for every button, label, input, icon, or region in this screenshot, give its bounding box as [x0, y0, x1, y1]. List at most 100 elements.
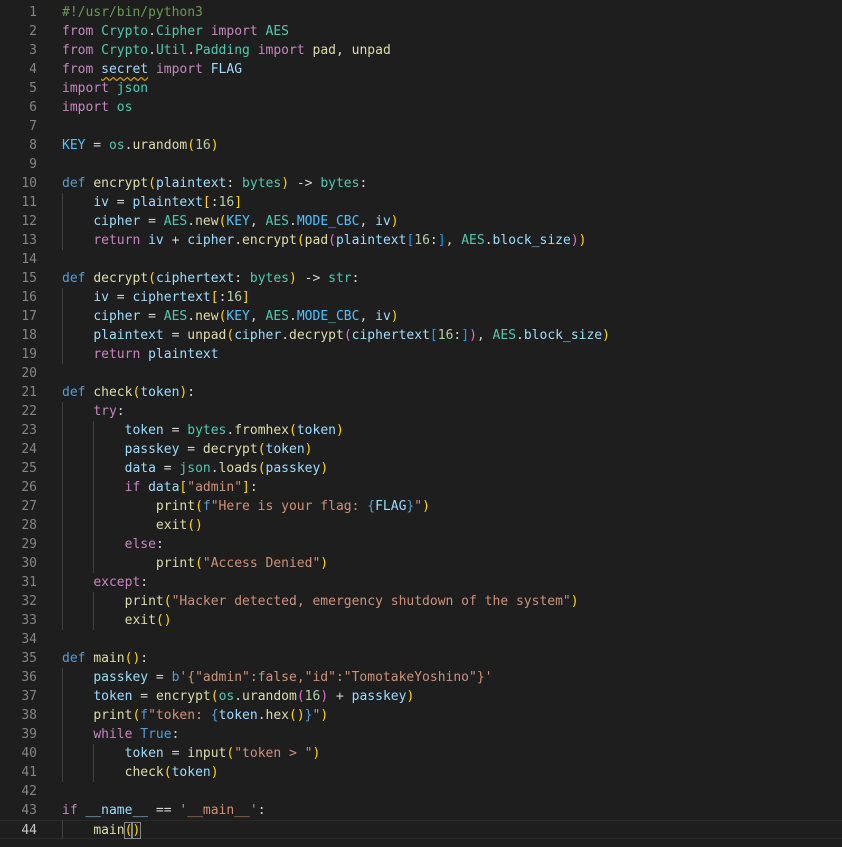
code-line[interactable]: 5 import json — [0, 79, 842, 98]
code-line[interactable]: 9 — [0, 155, 842, 174]
code-token: pad — [312, 43, 336, 58]
code-token: . — [281, 328, 290, 343]
code-line[interactable]: 30 print("Access Denied") — [0, 554, 842, 573]
code-line[interactable]: 12 cipher = AES.new(KEY, AES.MODE_CBC, i… — [0, 212, 842, 231]
code-token: ] — [234, 195, 243, 210]
code-token: token — [265, 442, 305, 457]
code-token: 16 — [437, 328, 454, 343]
code-line[interactable]: 42 — [0, 782, 842, 801]
code-line[interactable]: 24 passkey = decrypt(token) — [0, 440, 842, 459]
code-line[interactable]: 6 import os — [0, 98, 842, 117]
code-token: ) — [570, 594, 579, 609]
code-token: . — [187, 43, 196, 58]
code-line[interactable]: 32 print("Hacker detected, emergency shu… — [0, 592, 842, 611]
code-token: ) — [570, 233, 579, 248]
code-token: return — [93, 347, 141, 362]
code-line[interactable]: 29 else: — [0, 535, 842, 554]
code-line[interactable]: 39 while True: — [0, 725, 842, 744]
code-text: def encrypt(plaintext: bytes) -> bytes: — [62, 174, 367, 193]
code-line[interactable]: 16 iv = ciphertext[:16] — [0, 288, 842, 307]
code-token: unpad — [187, 328, 227, 343]
code-token: , — [335, 43, 352, 58]
code-line[interactable]: 7 — [0, 117, 842, 136]
line-number: 18 — [21, 328, 37, 343]
code-line[interactable]: 22 try: — [0, 402, 842, 421]
code-token: . — [484, 233, 493, 248]
code-text: passkey = decrypt(token) — [62, 440, 313, 459]
code-token: unpad — [351, 43, 391, 58]
code-token: bytes — [249, 271, 290, 286]
code-line[interactable]: 44 main() — [0, 820, 842, 839]
indent-guide — [93, 421, 95, 573]
code-line[interactable]: 3 from Crypto.Util.Padding import pad, un… — [0, 41, 842, 60]
code-token: from — [62, 62, 94, 77]
code-line[interactable]: 18 plaintext = unpad(cipher.decrypt(ciph… — [0, 326, 842, 345]
code-token: ) — [281, 176, 290, 191]
code-line[interactable]: 10 def encrypt(plaintext: bytes) -> bytes… — [0, 174, 842, 193]
code-token: ) — [304, 442, 313, 457]
code-line[interactable]: 34 — [0, 630, 842, 649]
indent-guide — [62, 402, 63, 630]
code-line[interactable]: 36 passkey = b'{"admin":false,"id":"Tomo… — [0, 668, 842, 687]
code-token: ) — [320, 689, 329, 704]
code-token: KEY — [62, 138, 86, 153]
code-token: f — [140, 708, 149, 723]
code-line[interactable]: 4 from secret import FLAG — [0, 60, 842, 79]
code-line[interactable]: 19 return plaintext — [0, 345, 842, 364]
code-text: cipher = AES.new(KEY, AES.MODE_CBC, iv) — [62, 212, 398, 231]
code-line[interactable]: 31 except: — [0, 573, 842, 592]
code-line[interactable]: 14 — [0, 250, 842, 269]
code-editor[interactable]: 1 #!/usr/bin/python3 2 from Crypto.Cipher i… — [0, 0, 842, 847]
code-token: ) — [131, 822, 142, 839]
code-line[interactable]: 23 token = bytes.fromhex(token) — [0, 421, 842, 440]
code-token: input — [187, 746, 227, 761]
code-text: KEY = os.urandom(16) — [62, 136, 219, 155]
code-line[interactable]: 11 iv = plaintext[:16] — [0, 193, 842, 212]
code-line[interactable]: 25 data = json.loads(passkey) — [0, 459, 842, 478]
code-token: MODE_CBC — [296, 214, 360, 229]
code-token: ( — [328, 233, 336, 248]
code-token: decrypt — [202, 442, 258, 457]
code-line[interactable]: 41 check(token) — [0, 763, 842, 782]
code-line[interactable]: 8 KEY = os.urandom(16) — [0, 136, 842, 155]
code-token: = — [163, 746, 188, 761]
code-line[interactable]: 2 from Crypto.Cipher import AES — [0, 22, 842, 41]
code-line[interactable]: 20 — [0, 364, 842, 383]
code-token: AES — [265, 214, 290, 229]
code-line[interactable]: 1 #!/usr/bin/python3 — [0, 3, 842, 22]
code-token: = — [148, 670, 172, 685]
code-line[interactable]: 13 return iv + cipher.encrypt(pad(plaint… — [0, 231, 842, 250]
code-text: while True: — [62, 725, 179, 744]
code-token: : — [359, 176, 368, 191]
code-token: . — [289, 214, 297, 229]
code-text: iv = plaintext[:16] — [62, 193, 242, 212]
code-line[interactable]: 26 if data["admin"]: — [0, 478, 842, 497]
line-number: 15 — [21, 271, 37, 286]
code-token: = — [140, 309, 164, 324]
code-token: . — [210, 461, 219, 476]
code-token: passkey — [351, 689, 407, 704]
code-line[interactable]: 15 def decrypt(ciphertext: bytes) -> str: — [0, 269, 842, 288]
code-line[interactable]: 28 exit() — [0, 516, 842, 535]
code-line[interactable]: 27 print(f"Here is your flag: {FLAG}") — [0, 497, 842, 516]
code-token: . — [148, 24, 156, 39]
code-line[interactable]: 21 def check(token): — [0, 383, 842, 402]
code-line[interactable]: 17 cipher = AES.new(KEY, AES.MODE_CBC, i… — [0, 307, 842, 326]
line-number: 41 — [21, 765, 37, 780]
code-token: plaintext — [155, 176, 227, 191]
code-line[interactable]: 37 token = encrypt(os.urandom(16) + pass… — [0, 687, 842, 706]
code-line[interactable]: 43 if __name__ == '__main__': — [0, 801, 842, 820]
code-token: def — [62, 176, 86, 191]
code-line[interactable]: 35 def main(): — [0, 649, 842, 668]
code-text: exit() — [62, 516, 203, 535]
code-line[interactable]: 33 exit() — [0, 611, 842, 630]
code-token: cipher — [234, 328, 282, 343]
line-number: 10 — [21, 176, 37, 191]
code-line[interactable]: 40 token = input("token > ") — [0, 744, 842, 763]
code-token: . — [516, 328, 524, 343]
code-line[interactable]: 38 print(f"token: {token.hex()}") — [0, 706, 842, 725]
